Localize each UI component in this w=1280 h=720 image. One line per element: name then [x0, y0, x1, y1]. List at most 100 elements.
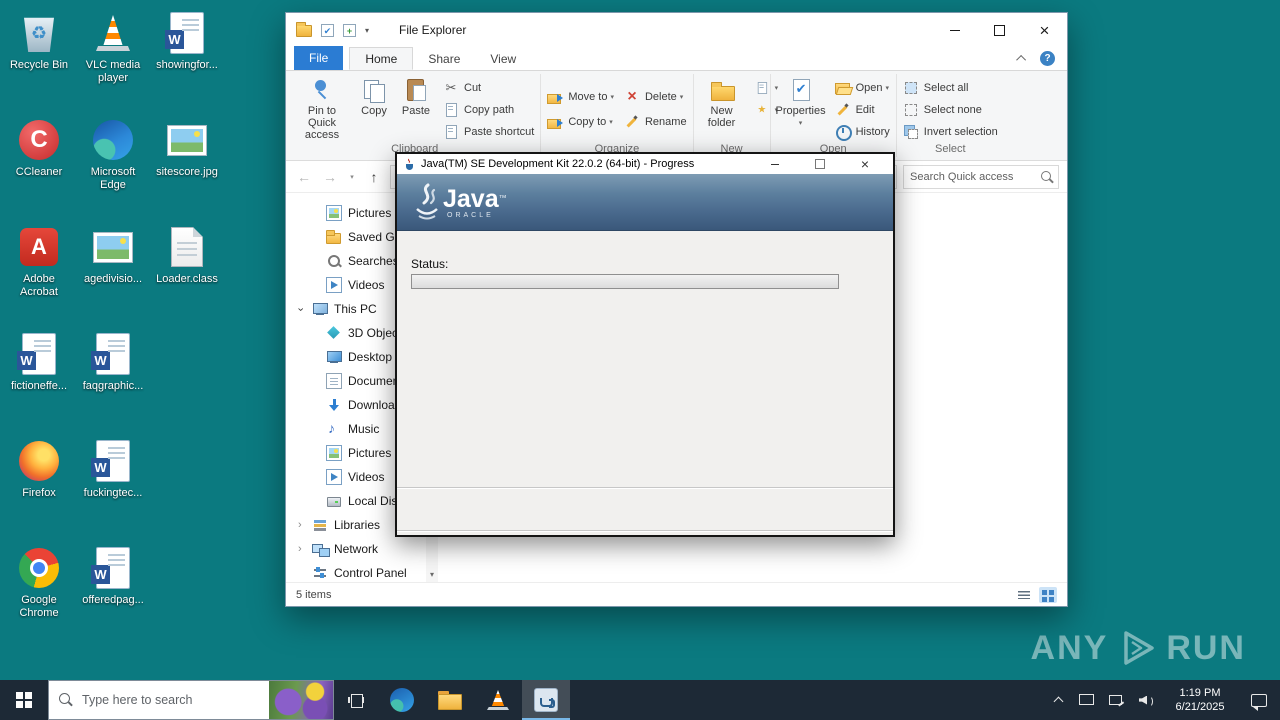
up-button[interactable] [364, 169, 384, 185]
tab-home[interactable]: Home [349, 47, 414, 70]
paste-button[interactable]: Paste [394, 73, 438, 117]
help-icon[interactable] [1040, 51, 1055, 66]
desktop-icon-label: Loader.class [156, 273, 218, 285]
desktop-icon-label: sitescore.jpg [156, 166, 218, 178]
window-title: File Explorer [399, 23, 467, 37]
vlc-icon [487, 690, 509, 710]
details-view-button[interactable] [1015, 587, 1033, 603]
desktop-icon-google-chrome[interactable]: Google Chrome [2, 539, 76, 646]
desktop-icon-firefox[interactable]: Firefox [2, 432, 76, 539]
new-item-icon [755, 81, 769, 95]
sidebar-item-control-panel[interactable]: Control Panel [286, 561, 438, 582]
documents-icon [326, 373, 342, 389]
network-tray-icon[interactable] [1109, 694, 1124, 707]
explorer-titlebar[interactable]: ▾ File Explorer [286, 13, 1067, 47]
taskbar-java-installer-button[interactable] [522, 680, 570, 720]
minimize-button[interactable] [932, 13, 977, 47]
tab-bar-right [1016, 51, 1067, 70]
tab-file[interactable]: File [294, 46, 344, 70]
ribbon-group-new: New folder ▾ ▾ New [695, 71, 778, 160]
search-highlight-image[interactable] [269, 681, 333, 719]
move-to-button[interactable]: Move to ▾ [542, 85, 619, 109]
taskbar-edge-button[interactable] [378, 680, 426, 720]
desktop-icon-sitescore[interactable]: sitescore.jpg [150, 111, 224, 218]
explorer-search-box[interactable] [903, 164, 1059, 189]
expander-chevron-icon[interactable] [298, 304, 312, 315]
desktop-icon-vlc[interactable]: VLC media player [76, 4, 150, 111]
recycle-bin-icon [24, 17, 54, 52]
properties-button[interactable]: Properties▾ [772, 73, 830, 130]
desktop-icon-fuckingtec[interactable]: fuckingtec... [76, 432, 150, 539]
copy-button[interactable]: Copy [354, 73, 394, 117]
desktop-icon-agedivisio[interactable]: agedivisio... [76, 218, 150, 325]
start-button[interactable] [0, 680, 48, 720]
forward-button[interactable] [320, 169, 340, 185]
action-center-button[interactable] [1238, 680, 1280, 720]
back-button[interactable] [294, 169, 314, 185]
open-button[interactable]: Open ▾ [830, 77, 895, 98]
tab-view[interactable]: View [475, 47, 531, 70]
collapse-ribbon-icon[interactable] [1016, 54, 1027, 65]
edit-button[interactable]: Edit [830, 99, 895, 120]
tab-share[interactable]: Share [413, 47, 475, 70]
taskbar-explorer-button[interactable] [426, 680, 474, 720]
dialog-titlebar[interactable]: Java(TM) SE Development Kit 22.0.2 (64-b… [397, 154, 893, 174]
close-button[interactable] [1022, 13, 1067, 47]
recent-locations-chevron-icon[interactable] [346, 173, 358, 181]
invert-selection-icon [903, 124, 919, 140]
dialog-maximize-button[interactable] [812, 156, 828, 172]
expander-chevron-icon[interactable] [298, 520, 312, 531]
hidden-icons-chevron-icon[interactable] [1054, 695, 1064, 705]
taskbar-clock[interactable]: 1:19 PM 6/21/2025 [1162, 680, 1238, 720]
dialog-title: Java(TM) SE Development Kit 22.0.2 (64-b… [421, 158, 695, 170]
expander-chevron-icon[interactable] [298, 544, 312, 555]
desktop-icon-label: Google Chrome [19, 594, 59, 619]
libraries-icon [312, 517, 328, 533]
desktop-icon-microsoft-edge[interactable]: Microsoft Edge [76, 111, 150, 218]
pin-to-quick-access-button[interactable]: Pin to Quick access [290, 73, 354, 141]
scroll-down-icon[interactable] [426, 568, 438, 582]
desktop-icon-showingfor[interactable]: showingfor... [150, 4, 224, 111]
cut-button[interactable]: Cut [438, 77, 539, 98]
sidebar-item-network[interactable]: Network [286, 537, 438, 561]
invert-selection-button[interactable]: Invert selection [898, 121, 1003, 142]
dialog-close-button[interactable] [857, 156, 873, 172]
large-icons-view-button[interactable] [1039, 586, 1057, 603]
desktop-icon-fictioneffe[interactable]: fictioneffe... [2, 325, 76, 432]
qat-customize-chevron-icon[interactable]: ▾ [365, 26, 369, 35]
ribbon-separator [540, 74, 542, 157]
history-button[interactable]: History [830, 121, 895, 142]
paste-shortcut-button[interactable]: Paste shortcut [438, 121, 539, 142]
desktop-icon-adobe-acrobat[interactable]: Adobe Acrobat [2, 218, 76, 325]
desktop-icon-faqgraphic[interactable]: faqgraphic... [76, 325, 150, 432]
taskbar-search-box[interactable] [48, 680, 334, 720]
ribbon-group-select: Select all Select none Invert selection … [898, 71, 1003, 160]
properties-icon [788, 77, 814, 103]
desktop-icon-offeredpag[interactable]: offeredpag... [76, 539, 150, 646]
explorer-search-input[interactable] [910, 170, 1040, 183]
qat-properties-icon[interactable] [321, 23, 334, 37]
select-none-button[interactable]: Select none [898, 99, 1003, 120]
this-pc-icon [312, 301, 328, 317]
select-all-icon [903, 80, 919, 96]
task-view-button[interactable] [334, 680, 378, 720]
qat-new-folder-icon[interactable] [343, 23, 356, 37]
copy-to-button[interactable]: Copy to ▾ [542, 110, 619, 134]
maximize-button[interactable] [977, 13, 1022, 47]
image-file-icon [167, 124, 207, 156]
dialog-minimize-button[interactable] [767, 156, 783, 172]
select-all-button[interactable]: Select all [898, 77, 1003, 98]
new-item-button[interactable]: ▾ [749, 77, 778, 98]
rename-button[interactable]: Rename [619, 110, 692, 134]
taskbar-vlc-button[interactable] [474, 680, 522, 720]
desktop-icon-loader-class[interactable]: Loader.class [150, 218, 224, 325]
copy-path-button[interactable]: Copy path [438, 99, 539, 120]
acrobat-icon [20, 228, 58, 266]
easy-access-button[interactable]: ▾ [749, 99, 778, 120]
new-folder-button[interactable]: New folder [695, 73, 749, 129]
desktop-icon-ccleaner[interactable]: CCleaner [2, 111, 76, 218]
delete-button[interactable]: Delete▾ [619, 85, 692, 109]
desktop-icon-recycle-bin[interactable]: Recycle Bin [2, 4, 76, 111]
display-tray-icon[interactable] [1079, 693, 1094, 707]
volume-tray-icon[interactable] [1139, 694, 1154, 707]
